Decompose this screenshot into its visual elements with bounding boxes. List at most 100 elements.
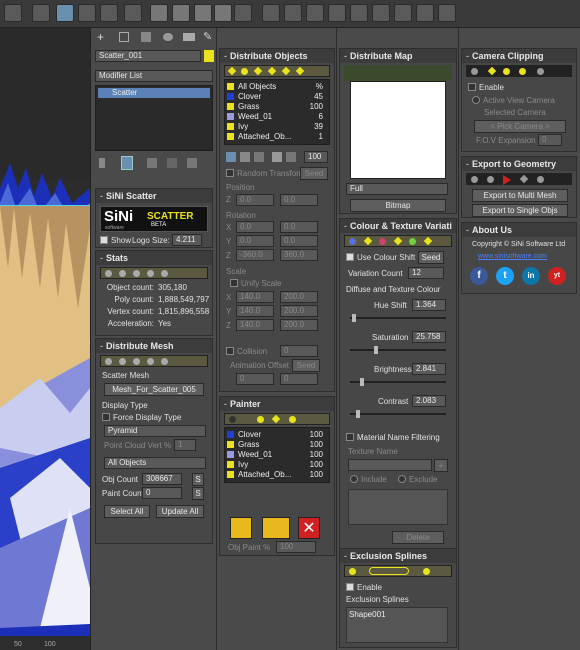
paint-count-set-button[interactable]: S — [192, 487, 204, 500]
map-preview[interactable] — [350, 81, 446, 179]
render-frame-icon[interactable] — [124, 4, 142, 22]
pick-object-icon[interactable] — [272, 152, 282, 162]
stats-icon[interactable] — [161, 270, 168, 277]
random-seed-button[interactable]: Seed — [300, 167, 328, 180]
camera-enable-checkbox[interactable]: Enable — [468, 83, 504, 92]
pin-stack-icon[interactable] — [99, 158, 105, 168]
scatter-mesh-button[interactable]: Mesh_For_Scatter_005 — [104, 383, 204, 396]
export-single-objs-button[interactable]: Export to Single Objs — [472, 204, 568, 217]
camera-icon[interactable] — [471, 68, 478, 75]
mesh-icon[interactable] — [161, 358, 168, 365]
camera-icon-strip[interactable] — [466, 65, 572, 77]
teapot-4-icon[interactable] — [214, 4, 232, 22]
unify-scale-checkbox[interactable]: Unify Scale — [230, 279, 281, 288]
rotation-z-min[interactable]: -360.0 — [236, 249, 274, 261]
mesh-icon-strip[interactable] — [100, 355, 208, 367]
point-cloud-field[interactable]: 1 — [174, 439, 196, 451]
diamond-icon[interactable] — [271, 414, 281, 424]
add-texture-button[interactable]: + — [434, 459, 448, 472]
motion-tab-icon[interactable] — [163, 33, 173, 41]
diamond-icon[interactable] — [423, 236, 433, 246]
dot-icon[interactable] — [349, 568, 356, 575]
colour-icon[interactable] — [409, 238, 416, 245]
list-item[interactable]: Grass 100 — [227, 102, 327, 112]
exclusion-icon-strip[interactable] — [344, 565, 452, 577]
slider-knob[interactable] — [360, 378, 364, 386]
diamond-icon[interactable] — [267, 66, 277, 76]
sini-tool-1-icon[interactable] — [262, 4, 280, 22]
multi-brush-icon[interactable] — [262, 517, 290, 539]
colour-icon[interactable] — [349, 238, 356, 245]
stats-icon[interactable] — [119, 270, 126, 277]
scale-z-max[interactable]: 200.0 — [280, 319, 318, 331]
utilities-tab-icon[interactable]: ✎ — [203, 30, 212, 43]
diamond-icon[interactable] — [487, 66, 497, 76]
list-item[interactable]: Ivy 39 — [227, 122, 327, 132]
exclusion-splines-list[interactable]: Shape001 — [346, 607, 448, 643]
hierarchy-tab-icon[interactable] — [141, 32, 151, 42]
exclusion-enable-checkbox[interactable]: Enable — [346, 583, 382, 592]
collision-field[interactable]: 0 — [280, 345, 318, 357]
modifier-stack-item[interactable]: Scatter — [98, 88, 210, 98]
display-type-dropdown[interactable]: Pyramid — [104, 425, 206, 437]
position-x-min[interactable]: 0.0 — [236, 194, 274, 206]
list-item[interactable]: Grass 100 — [227, 440, 327, 450]
diamond-icon[interactable] — [363, 236, 373, 246]
list-item[interactable]: Clover 45 — [227, 92, 327, 102]
configure-sets-icon[interactable] — [187, 158, 197, 168]
delete-texture-button[interactable]: Delete — [392, 531, 444, 544]
use-colour-shift-checkbox[interactable]: Use Colour Shift — [346, 253, 415, 262]
list-item[interactable]: All Objects% — [227, 82, 327, 92]
object-percent-field[interactable]: 100 — [304, 151, 328, 163]
apps-grid-icon[interactable] — [234, 4, 252, 22]
colour-icon-strip[interactable] — [344, 235, 452, 247]
sini-tool-7-icon[interactable] — [416, 4, 434, 22]
mesh-icon[interactable] — [119, 358, 126, 365]
mesh-icon[interactable] — [105, 358, 112, 365]
twitter-icon[interactable]: t — [496, 267, 514, 285]
diamond-icon[interactable] — [295, 66, 305, 76]
sini-scatter-title[interactable]: - SiNi Scatter — [96, 189, 212, 203]
scale-x-min[interactable]: 140.0 — [236, 291, 274, 303]
export-geometry-title[interactable]: - Export to Geometry — [462, 157, 576, 171]
list-item[interactable]: Attached_Ob... 1 — [227, 132, 327, 142]
diamond-icon[interactable] — [227, 66, 237, 76]
linkedin-icon[interactable]: in — [522, 267, 540, 285]
map-mode-dropdown[interactable]: Full — [346, 183, 448, 195]
add-list-icon[interactable] — [240, 152, 250, 162]
scale-y-min[interactable]: 140.0 — [236, 305, 274, 317]
stats-icon[interactable] — [147, 270, 154, 277]
dot-icon[interactable] — [423, 568, 430, 575]
force-display-checkbox[interactable]: Force Display Type — [102, 413, 181, 422]
dot-icon[interactable] — [289, 416, 296, 423]
all-objects-dropdown[interactable]: All Objects — [104, 457, 206, 469]
erase-paint-icon[interactable]: ✕ — [298, 517, 320, 539]
distribute-mesh-title[interactable]: - Distribute Mesh — [96, 339, 212, 353]
modify-tab-icon[interactable] — [119, 32, 129, 42]
edit-object-icon[interactable] — [286, 152, 296, 162]
export-icon[interactable] — [537, 176, 544, 183]
slider-knob[interactable] — [356, 410, 360, 418]
list-item[interactable]: Weed_01 6 — [227, 112, 327, 122]
stats-icon-strip[interactable] — [100, 267, 208, 279]
list-item[interactable]: Shape001 — [349, 610, 445, 620]
display-tab-icon[interactable] — [183, 33, 195, 41]
colour-icon[interactable] — [379, 238, 386, 245]
teapot-3-icon[interactable] — [194, 4, 212, 22]
exclude-radio[interactable]: Exclude — [398, 475, 437, 484]
list-item[interactable]: Clover 100 — [227, 430, 327, 440]
contrast-slider[interactable] — [350, 410, 446, 418]
distribute-objects-title[interactable]: - Distribute Objects — [220, 49, 334, 63]
collision-checkbox[interactable]: Collision — [226, 347, 267, 356]
grid-view-icon[interactable] — [56, 4, 74, 22]
scale-y-max[interactable]: 200.0 — [280, 305, 318, 317]
teapot-icon[interactable] — [150, 4, 168, 22]
rotation-y-max[interactable]: 0.0 — [280, 235, 318, 247]
contrast-field[interactable]: 2.083 — [412, 395, 446, 407]
modifier-stack[interactable]: Scatter — [95, 85, 213, 151]
include-radio[interactable]: Include — [350, 475, 387, 484]
hdri-icon[interactable] — [350, 4, 368, 22]
obj-count-field[interactable]: 308667 — [142, 473, 182, 485]
add-object-icon[interactable] — [226, 152, 236, 162]
export-icon[interactable] — [471, 176, 478, 183]
